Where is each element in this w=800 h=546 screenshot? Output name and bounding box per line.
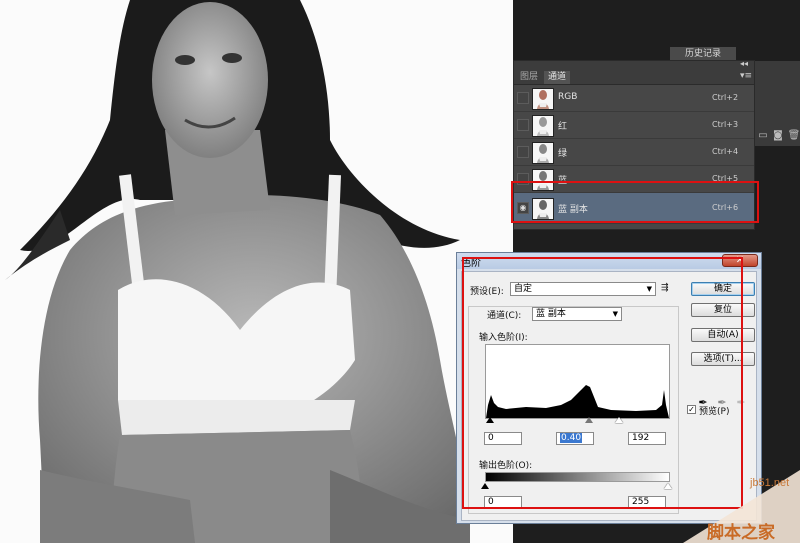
visibility-toggle-icon[interactable] — [517, 92, 529, 104]
channel-shortcut: Ctrl+3 — [712, 120, 739, 129]
channel-shortcut: Ctrl+4 — [712, 147, 739, 156]
new-document-icon[interactable]: ▭ — [756, 130, 770, 142]
panel-title-bar: ◂◂ — [514, 59, 754, 70]
channel-row-rgb[interactable]: RGB Ctrl+2 — [514, 85, 754, 112]
camera-icon[interactable]: ◙ — [771, 130, 785, 142]
photo-canvas[interactable] — [0, 0, 513, 543]
panel-tabs: 图层 通道 ▾≡ — [514, 70, 754, 85]
channel-name: 红 — [558, 122, 568, 132]
channel-thumbnail — [532, 88, 554, 110]
panel-menu-icon[interactable]: ▾≡ — [740, 71, 752, 81]
trash-icon[interactable]: 🗑 — [787, 130, 800, 142]
watermark: jb51.net 脚本之家 — [683, 470, 800, 543]
visibility-toggle-icon[interactable] — [517, 146, 529, 158]
history-tab[interactable]: 历史记录 — [670, 47, 736, 61]
channel-thumbnail — [532, 115, 554, 137]
watermark-url: jb51.net — [750, 477, 790, 489]
grayscale-portrait-photo — [0, 0, 513, 543]
tab-channels[interactable]: 通道 — [544, 71, 571, 84]
channel-name: RGB — [558, 92, 578, 102]
channel-row-green[interactable]: 绿 Ctrl+4 — [514, 139, 754, 166]
channel-shortcut: Ctrl+2 — [712, 93, 739, 102]
tab-layers[interactable]: 图层 — [516, 71, 542, 84]
channel-row-red[interactable]: 红 Ctrl+3 — [514, 112, 754, 139]
channel-thumbnail — [532, 142, 554, 164]
visibility-toggle-icon[interactable] — [517, 119, 529, 131]
channel-name: 绿 — [558, 149, 568, 159]
watermark-name: 脚本之家 — [707, 523, 775, 543]
collapse-icon[interactable]: ◂◂ — [740, 59, 748, 68]
highlight-box-channel — [511, 181, 759, 223]
